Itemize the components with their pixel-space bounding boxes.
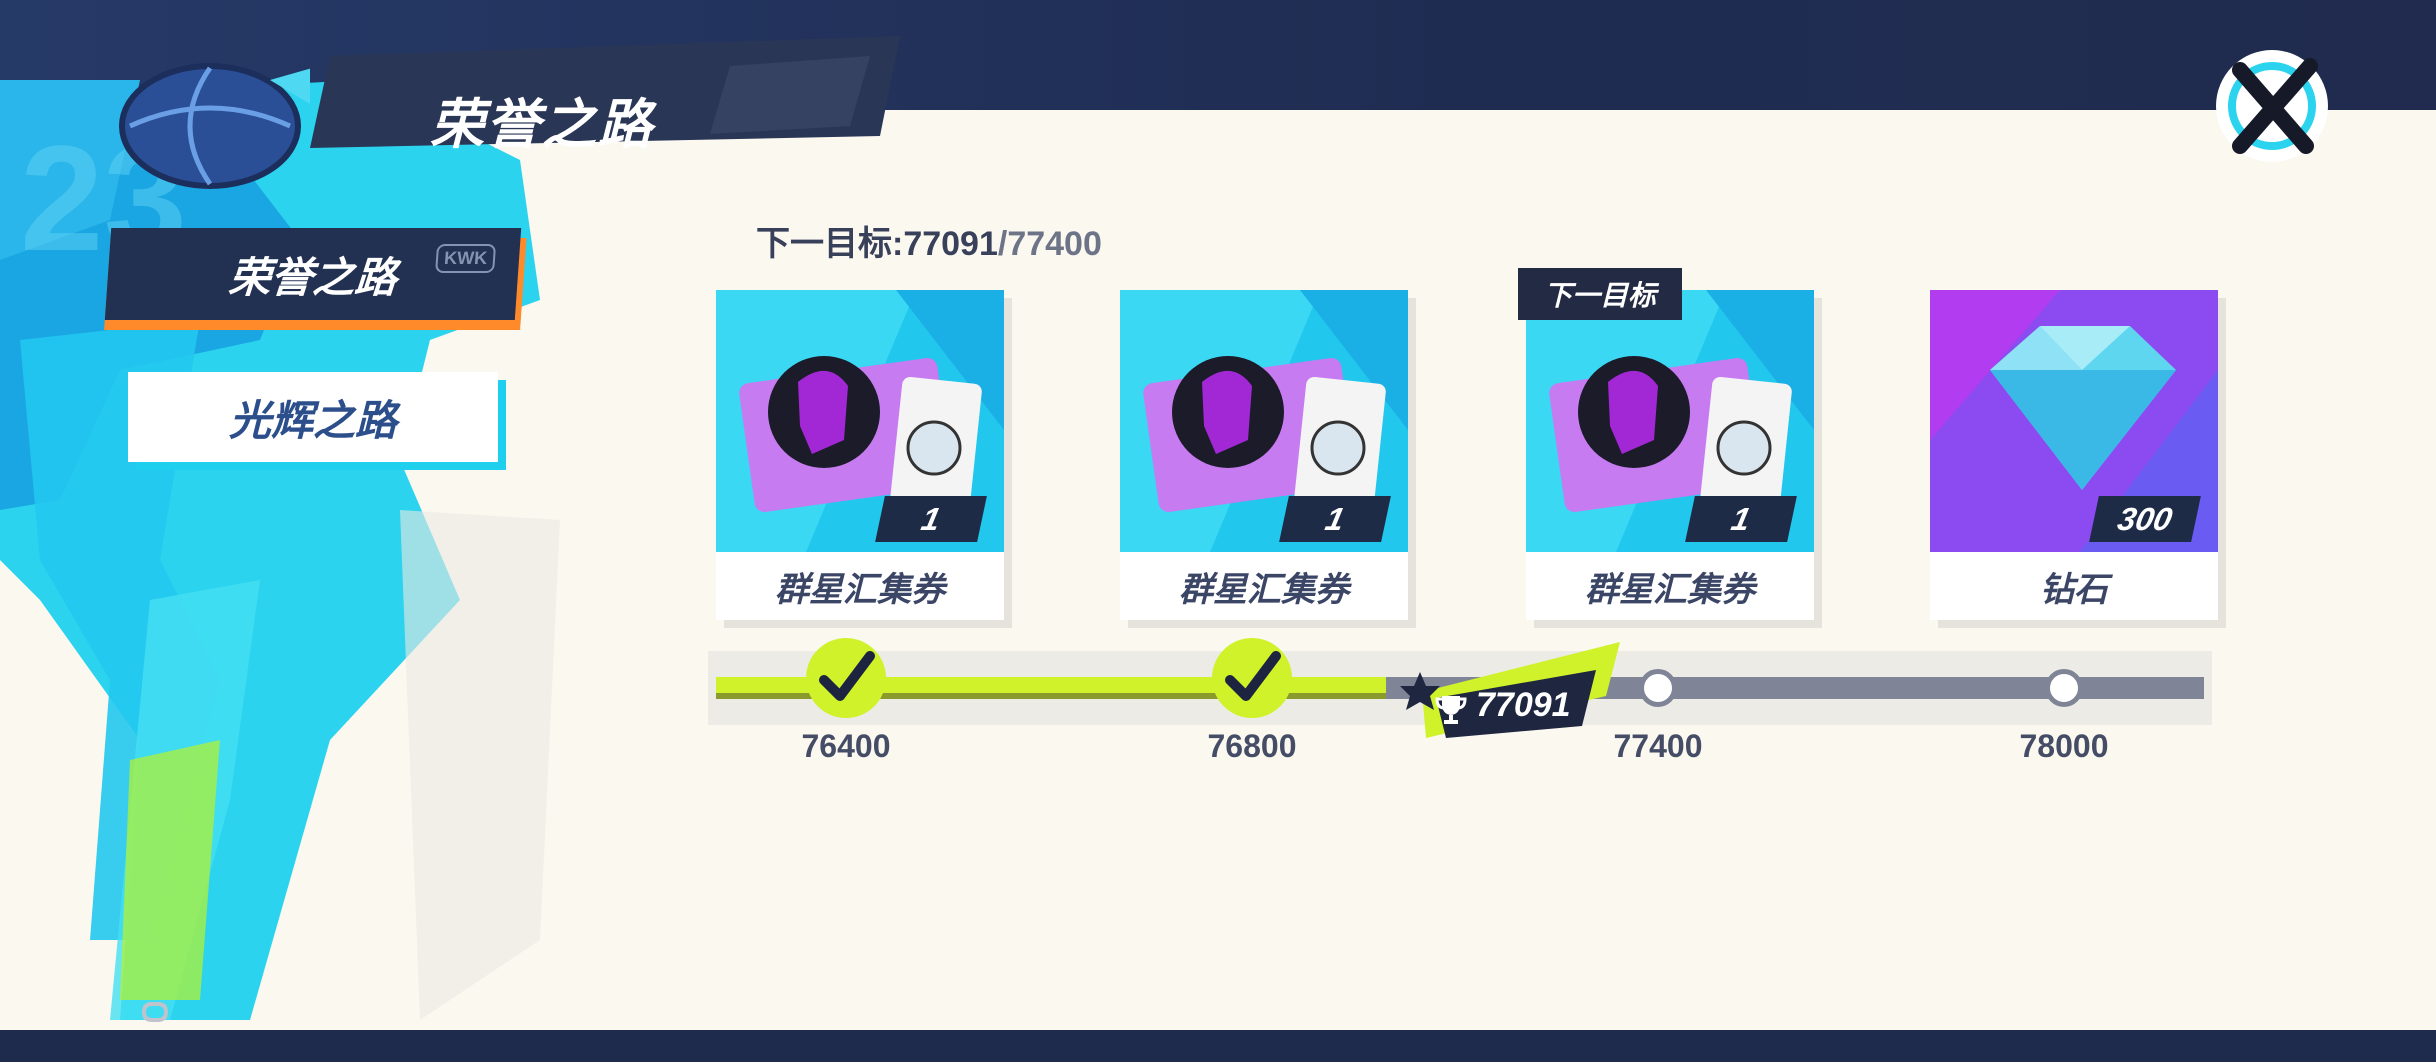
nav-tab-label: 光辉之路: [228, 396, 397, 444]
reward-qty: 1: [875, 496, 987, 542]
target-points: 77400: [1007, 225, 1102, 263]
reward-name: 钻石: [1930, 552, 2218, 620]
current-score-value: 77091: [1476, 686, 1571, 724]
milestone-label: 78000: [2019, 728, 2109, 764]
milestone-complete-node: [1212, 638, 1292, 718]
reward-name: 群星汇集券: [1120, 552, 1408, 620]
nav-tab-honor-road[interactable]: 荣誉之路 KWK: [104, 228, 522, 320]
next-target-progress: 下一目标:77091/77400: [756, 216, 1102, 265]
basketball-icon: [119, 63, 310, 189]
next-target-tag: 下一目标: [1518, 268, 1682, 320]
close-icon[interactable]: [2206, 40, 2336, 170]
milestone-pending-node: [2045, 669, 2083, 707]
current-points: 77091: [903, 225, 998, 263]
reward-name: 群星汇集券: [716, 552, 1004, 620]
milestone-pending-node: [1639, 669, 1677, 707]
link-logo-icon: [142, 1002, 168, 1022]
milestone-label: 76400: [801, 728, 891, 764]
reward-qty: 1: [1279, 496, 1391, 542]
reward-card[interactable]: 300 钻石: [1930, 290, 2226, 628]
reward-card[interactable]: 1 群星汇集券: [1526, 290, 1822, 628]
page-title: 荣誉之路: [430, 95, 654, 155]
reward-name: 群星汇集券: [1526, 552, 1814, 620]
check-icon: [1225, 651, 1281, 701]
milestone-complete-node: [806, 638, 886, 718]
splash-art: 23: [0, 80, 560, 1020]
nav-tab-glory-road[interactable]: 光辉之路: [128, 372, 498, 462]
progress-separator: /: [997, 225, 1008, 263]
reward-qty: 300: [2089, 496, 2201, 542]
milestone-label: 76800: [1207, 728, 1297, 764]
nav-tab-tag: KWK: [435, 244, 497, 273]
check-icon: [819, 651, 875, 701]
reward-card[interactable]: 1 群星汇集券: [1120, 290, 1416, 628]
trophy-icon: [1435, 696, 1467, 724]
next-target-label: 下一目标:: [756, 225, 904, 263]
nav-tab-label: 荣誉之路: [227, 253, 399, 301]
reward-qty: 1: [1685, 496, 1797, 542]
reward-card[interactable]: 1 群星汇集券: [716, 290, 1012, 628]
